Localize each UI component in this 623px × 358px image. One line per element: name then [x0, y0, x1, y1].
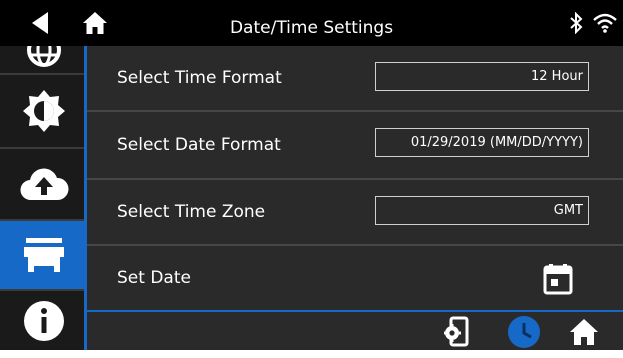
- bluetooth-icon: [566, 0, 586, 46]
- sidebar-item-brightness[interactable]: [0, 75, 87, 147]
- time-zone-select[interactable]: GMT: [375, 196, 589, 225]
- bottom-home-icon[interactable]: [568, 312, 600, 350]
- time-zone-label: Select Time Zone: [117, 202, 266, 222]
- top-bar: Date/Time Settings: [0, 0, 623, 46]
- date-format-select[interactable]: 01/29/2019 (MM/DD/YYYY): [375, 128, 589, 157]
- sidebar: [0, 46, 87, 350]
- time-zone-row[interactable]: Select Time Zone GMT: [87, 180, 623, 244]
- page-title: Date/Time Settings: [229, 18, 394, 38]
- clock-icon[interactable]: [506, 312, 542, 350]
- time-format-select[interactable]: 12 Hour: [375, 62, 589, 91]
- cloud-upload-icon: [19, 168, 69, 201]
- globe-icon: [26, 46, 61, 67]
- wifi-icon: [590, 0, 620, 46]
- sidebar-item-globe[interactable]: [0, 46, 87, 73]
- device-screen: Date/Time Settings Select Time Format 12…: [0, 0, 623, 350]
- calendar-icon[interactable]: [541, 262, 575, 296]
- brightness-icon: [22, 90, 65, 132]
- sidebar-item-info[interactable]: [0, 291, 87, 350]
- sidebar-item-cloud-upload[interactable]: [0, 149, 87, 219]
- date-format-label: Select Date Format: [117, 135, 281, 155]
- time-format-label: Select Time Format: [117, 68, 282, 88]
- time-format-row[interactable]: Select Time Format 12 Hour: [87, 46, 623, 110]
- bottom-bar: [87, 310, 623, 350]
- set-date-row[interactable]: Set Date: [87, 246, 623, 310]
- info-icon: [23, 300, 64, 341]
- store-icon: [23, 238, 64, 272]
- set-date-label: Set Date: [117, 268, 191, 288]
- date-format-row[interactable]: Select Date Format 01/29/2019 (MM/DD/YYY…: [87, 112, 623, 178]
- device-settings-icon[interactable]: [442, 312, 472, 350]
- sidebar-item-store[interactable]: [0, 221, 87, 289]
